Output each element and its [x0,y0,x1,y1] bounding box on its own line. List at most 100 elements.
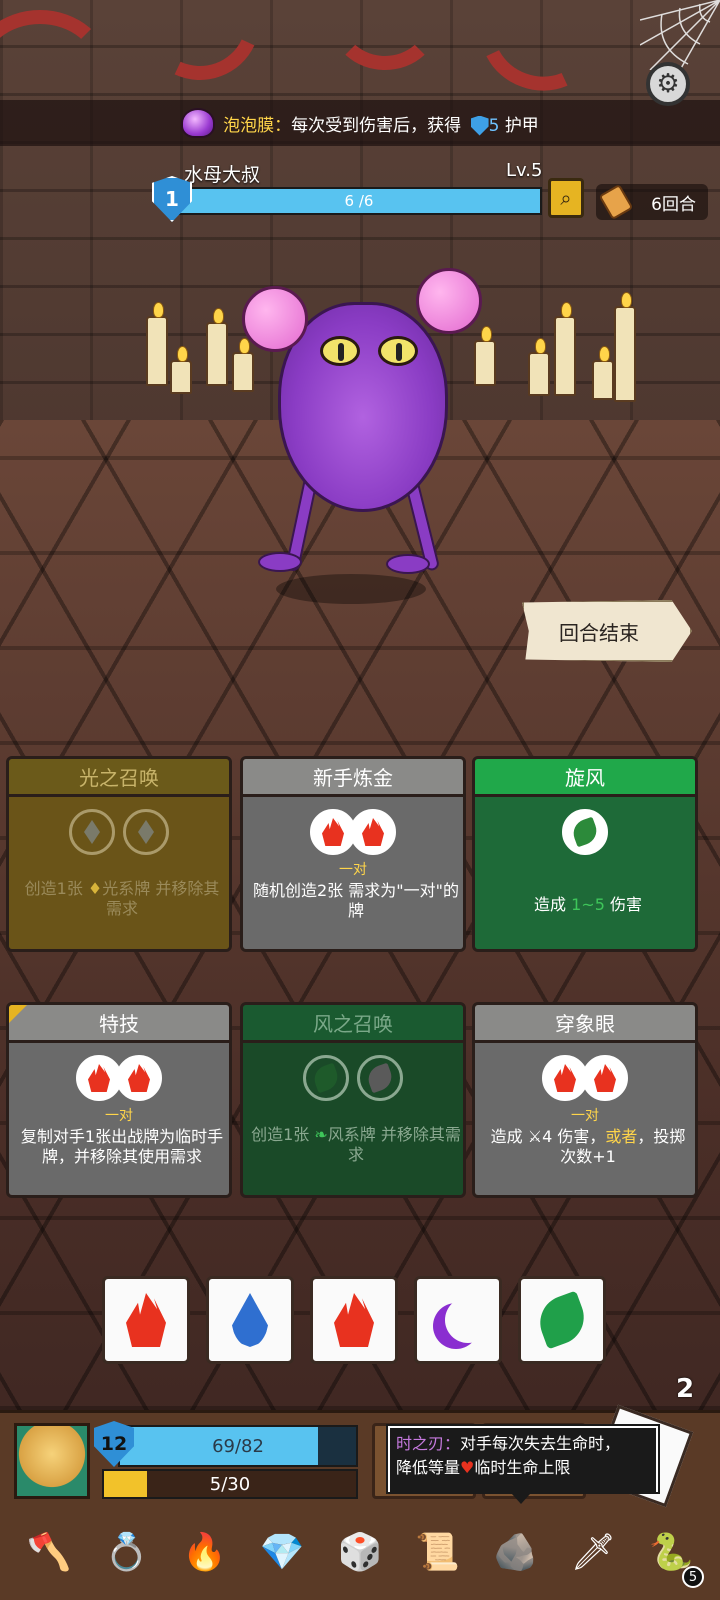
monster-pink-orb [416,268,482,334]
fire-icon [554,1064,576,1092]
moon-icon [445,1297,491,1343]
wind-slot [562,809,608,855]
fire-slot [582,1055,628,1101]
enemy-status-effect-bar[interactable]: 泡泡膜：每次受到伤害后，获得 5 护甲 [0,100,720,146]
card-desc-part: 创造1张 [251,1125,315,1144]
fire-slot [350,809,396,855]
card-desc-or: 或者 [605,1127,638,1146]
status-effect-name: 泡泡膜： [223,115,292,136]
flame-potion-relic-icon[interactable]: 🔥 [175,1524,233,1582]
card-novice-alchemy[interactable]: 新手炼金 一对 随机创造2张 需求为"一对"的牌 [240,756,466,952]
candle [206,308,228,386]
card-desc-part: 伤害 [604,895,642,914]
enemy-name: 水母大叔 [184,164,261,186]
die-fire[interactable] [102,1276,190,1364]
wind-icon [532,1290,592,1350]
sword-icon: ⚔ [527,1127,543,1146]
enemy-health-text: 6 /6 [344,192,374,210]
die-moon[interactable] [414,1276,502,1364]
water-drop-icon [232,1293,268,1347]
scroll-icon [598,183,634,221]
axe-relic-icon[interactable]: 🪓 [20,1524,78,1582]
candle [528,338,550,396]
wind-icon [569,816,601,848]
wind-slot [357,1055,403,1101]
round-counter: 6回合 [596,183,708,221]
fire-icon [322,818,344,846]
card-description: 创造1张 ❧风系牌 并移除其需求 [251,1125,461,1165]
wind-icon [364,1062,396,1094]
end-turn-button[interactable]: 回合结束 [522,600,692,662]
monster-shadow [276,574,426,604]
status-effect-text: 每次受到伤害后，获得 [291,115,462,136]
candle [554,302,576,396]
card-light-summon[interactable]: 光之召唤 创造1张 ♦光系牌 并移除其需求 [6,756,232,952]
d20-relic-icon[interactable]: 🎲 [331,1524,389,1582]
die-water[interactable] [206,1276,294,1364]
player-xp-bar: 5/30 [102,1469,358,1499]
fire-icon [334,1293,374,1347]
jellyfish-uncle-monster[interactable] [236,262,496,604]
die-wind[interactable] [518,1276,606,1364]
fire-icon [88,1064,110,1092]
card-requirements [9,809,229,855]
card-requirements [475,809,695,855]
enemy-inspect-button[interactable]: ⌕ [548,178,584,218]
relic-bar: 🪓 💍 🔥 💎 🎲 📜 🪨 🗡 🐍 5 [0,1506,720,1600]
pair-label: 一对 [339,862,367,878]
card-description: 造成 1~5 伤害 [483,895,693,915]
card-title: 旋风 [475,759,695,797]
card-description: 随机创造2张 需求为"一对"的牌 [253,881,459,920]
scroll-relic-icon[interactable]: 📜 [409,1524,467,1582]
card-desc-part: 造成 [534,895,572,914]
card-requirements [243,1055,463,1101]
player-health-text: 69/82 [212,1435,264,1457]
card-wind-summon[interactable]: 风之召唤 创造1张 ❧风系牌 并移除其需求 [240,1002,466,1198]
diamond-icon [84,820,100,844]
monster-foot [386,554,430,574]
crystal-relic-icon[interactable]: 💎 [253,1524,311,1582]
pair-label: 一对 [105,1108,133,1124]
heart-icon: ♥ [460,1458,475,1477]
enemy-level: Lv.5 [506,160,543,181]
tooltip-line1: 对手每次失去生命时， [460,1434,621,1453]
wind-slot [303,1055,349,1101]
light-slot [69,809,115,855]
card-description: 创造1张 ♦光系牌 并移除其需求 [17,879,227,919]
fire-icon [594,1064,616,1092]
fire-icon [126,1293,166,1347]
candle [592,346,614,400]
die-fire[interactable] [310,1276,398,1364]
card-whirlwind[interactable]: 旋风 造成 1~5 伤害 [472,756,698,952]
light-element-icon: ♦ [87,879,103,898]
monster-foot [258,552,302,572]
card-title: 新手炼金 [243,759,463,797]
wind-icon [310,1062,342,1094]
light-slot [123,809,169,855]
serpent-relic-icon[interactable]: 🐍 5 [642,1524,704,1588]
card-piercing-eye[interactable]: 穿象眼 一对 造成 ⚔4 伤害，或者，投掷次数+1 [472,1002,698,1198]
card-title: 光之召唤 [9,759,229,797]
monster-pink-orb [242,286,308,352]
ring-relic-icon[interactable]: 💍 [98,1524,156,1582]
time-blade-relic-icon[interactable]: 🗡 [564,1524,622,1582]
card-description: 复制对手1张出战牌为临时手牌，并移除其使用需求 [20,1127,224,1166]
candle [614,292,636,402]
meteor-relic-icon[interactable]: 🪨 [486,1524,544,1582]
relic-tooltip: 时之刃：对手每次失去生命时， 降低等量♥临时生命上限 [386,1424,660,1494]
enemy-health-bar: 6 /6 [176,187,542,215]
card-desc-part: 风系牌 并移除其需求 [327,1125,461,1164]
player-xp-text: 5/30 [209,1473,251,1495]
card-requirements [243,809,463,855]
tooltip-line2b: 临时生命上限 [474,1458,571,1477]
card-title: 穿象眼 [475,1005,695,1043]
wind-element-icon: ❧ [314,1125,328,1144]
monster-eye [378,336,418,366]
card-stunt[interactable]: 特技 一对 复制对手1张出战牌为临时手牌，并移除其使用需求 [6,1002,232,1198]
monster-eye [320,336,360,366]
pair-label: 一对 [571,1108,599,1124]
settings-gear-icon[interactable]: ⚙ [646,62,690,106]
player-avatar[interactable] [14,1423,90,1499]
magnifier-icon: ⌕ [560,186,572,210]
wind-damage-range: 1~5 [571,895,605,914]
